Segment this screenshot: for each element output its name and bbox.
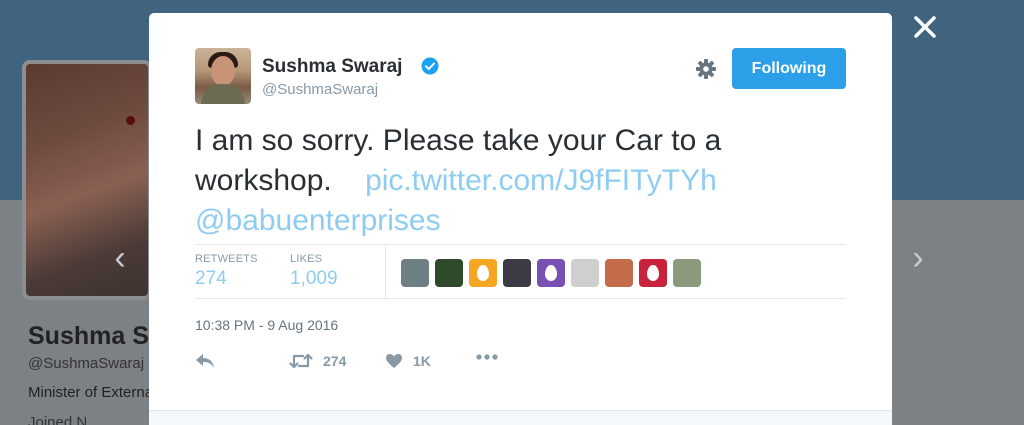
liker-avatar[interactable] — [605, 259, 633, 287]
previous-tweet-arrow-icon[interactable]: ‹ — [108, 240, 132, 276]
verified-badge-icon — [421, 57, 439, 75]
retweet-icon — [289, 353, 313, 369]
profile-handle: @SushmaSwaraj — [28, 355, 145, 372]
more-icon — [476, 354, 498, 360]
divider — [195, 244, 846, 245]
profile-joined: Joined N — [28, 414, 88, 425]
likes-count[interactable]: 1,009 — [290, 268, 338, 290]
stats-separator — [385, 244, 386, 298]
reply-button[interactable] — [195, 353, 215, 369]
author-avatar[interactable] — [195, 48, 251, 104]
profile-avatar — [22, 60, 152, 300]
retweet-button[interactable]: 274 — [289, 353, 346, 369]
retweets-count[interactable]: 274 — [195, 268, 227, 290]
close-icon[interactable] — [910, 12, 940, 42]
gear-icon[interactable] — [695, 58, 717, 80]
tweet-media-link[interactable]: pic.twitter.com/J9fFITyTYh — [365, 164, 717, 197]
following-button[interactable]: Following — [732, 48, 846, 89]
liker-avatar[interactable] — [503, 259, 531, 287]
like-count: 1K — [413, 353, 431, 369]
retweet-count: 274 — [323, 353, 347, 369]
heart-icon — [386, 354, 402, 368]
tweet-timestamp[interactable]: 10:38 PM - 9 Aug 2016 — [195, 317, 338, 333]
tweet-modal: Sushma Swaraj @SushmaSwaraj Following I … — [149, 13, 892, 425]
retweets-label: RETWEETS — [195, 253, 258, 265]
tweet-mention-link[interactable]: @babuenterprises — [195, 204, 441, 237]
egg-avatar[interactable] — [469, 259, 497, 287]
like-button[interactable]: 1K — [385, 353, 431, 369]
next-tweet-arrow-icon[interactable]: › — [906, 240, 930, 276]
reply-icon — [196, 354, 214, 368]
profile-name: Sushma Swaraj — [28, 322, 149, 350]
author-name[interactable]: Sushma Swaraj — [262, 56, 402, 78]
egg-avatar[interactable] — [537, 259, 565, 287]
author-handle[interactable]: @SushmaSwaraj — [262, 81, 378, 98]
profile-bio: Minister of External Affairs — [28, 384, 149, 401]
liker-avatar[interactable] — [673, 259, 701, 287]
divider — [195, 298, 846, 299]
tweet-text: I am so sorry. Please take your Car to a… — [195, 121, 835, 241]
liker-avatar[interactable] — [401, 259, 429, 287]
liker-avatar[interactable] — [571, 259, 599, 287]
liker-avatars — [401, 259, 701, 287]
reply-area-strip — [149, 410, 892, 425]
egg-avatar[interactable] — [639, 259, 667, 287]
more-button[interactable] — [475, 353, 499, 361]
liker-avatar[interactable] — [435, 259, 463, 287]
likes-label: LIKES — [290, 253, 323, 265]
